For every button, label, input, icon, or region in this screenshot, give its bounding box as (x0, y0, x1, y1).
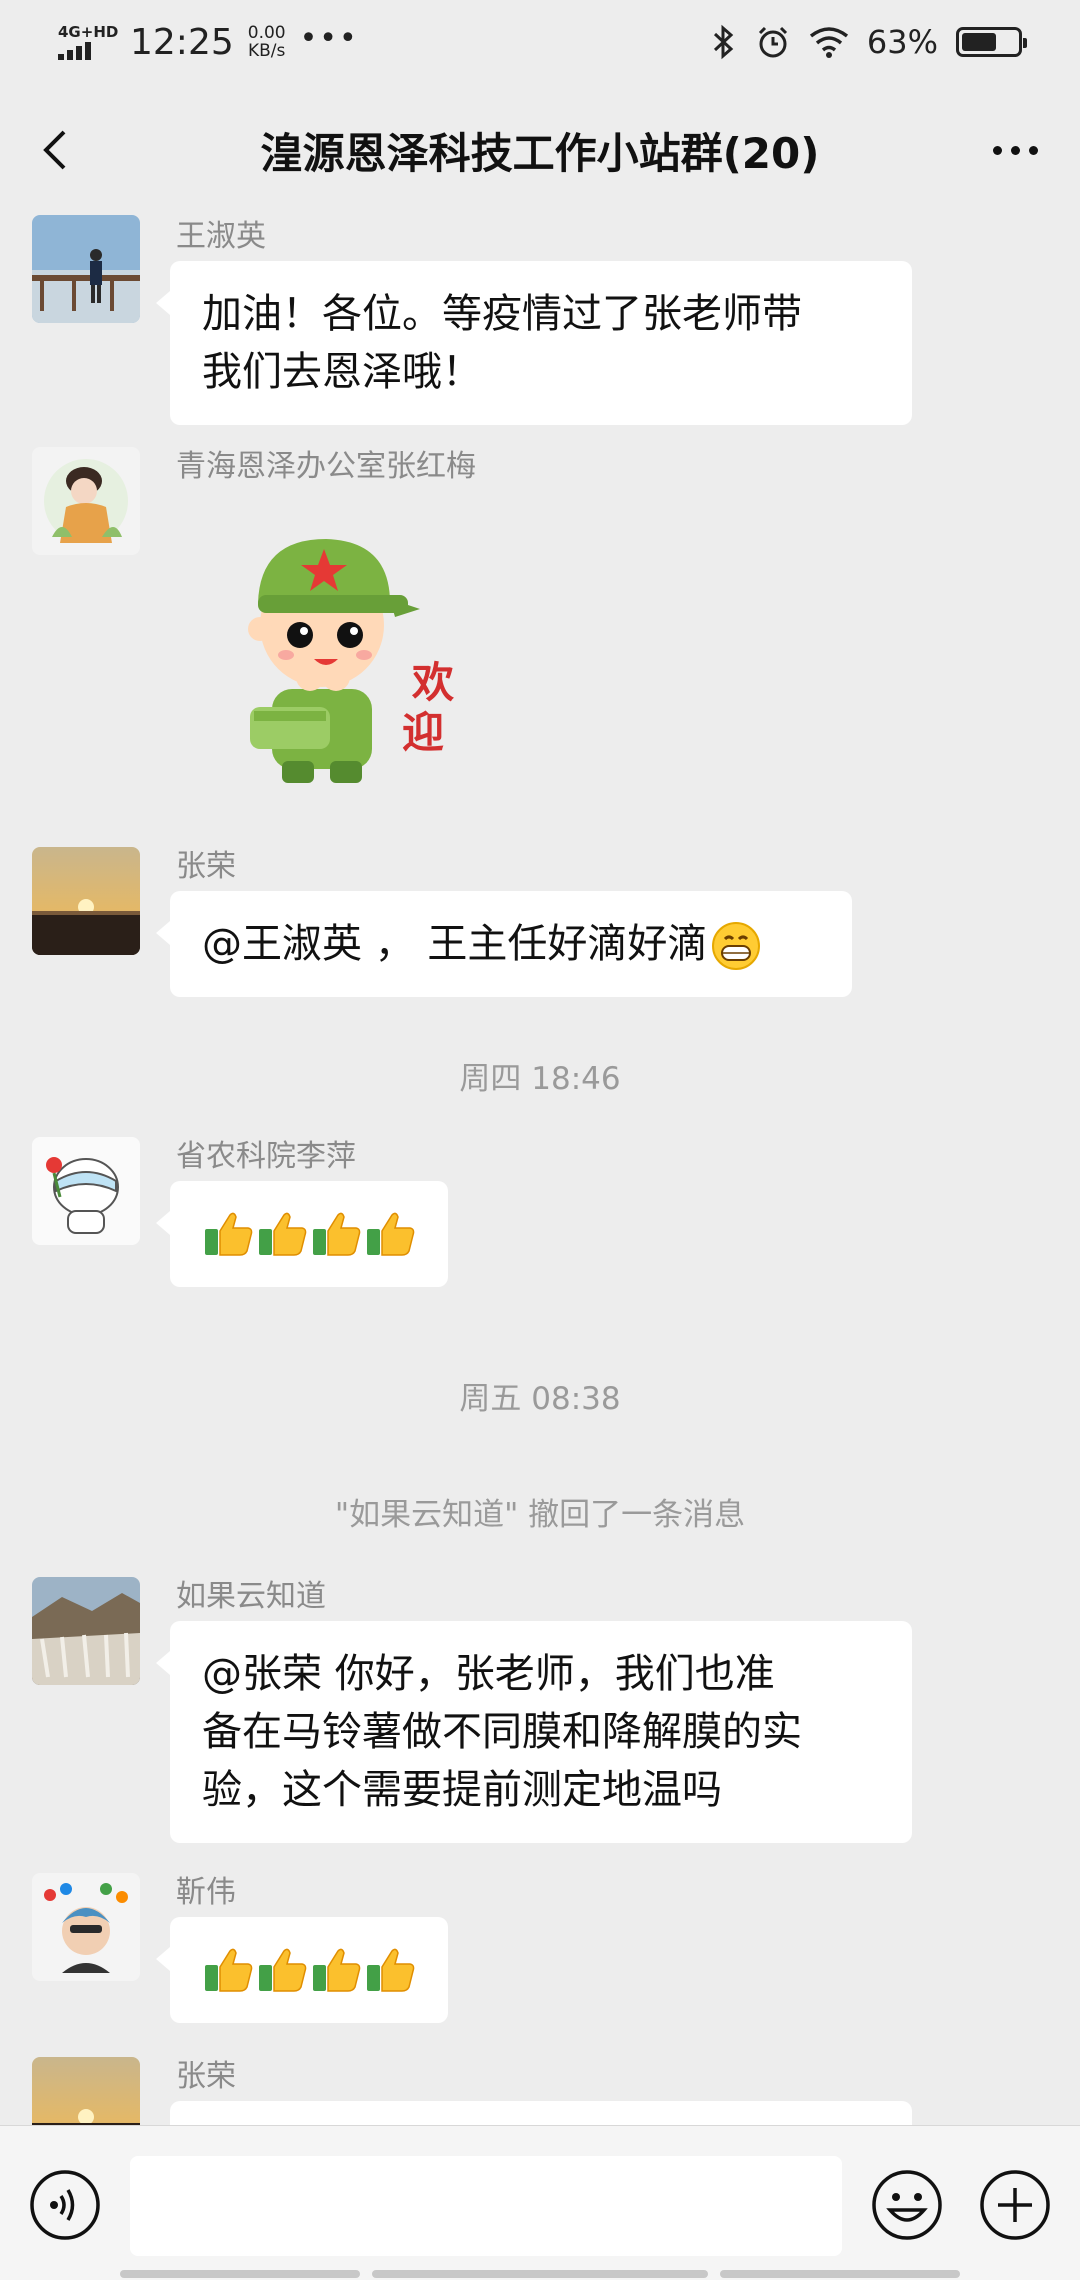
battery-level (962, 33, 997, 51)
speed-value: 0.00 (247, 23, 286, 43)
smiley-icon (872, 2170, 942, 2240)
network-type: 4G+HD (58, 23, 119, 41)
more-options-button[interactable] (980, 122, 1050, 178)
clock: 12:25 (130, 21, 234, 63)
thumbs-up-emoji-group (202, 1205, 416, 1263)
status-bar: 4G+HD 12:25 0.00 KB/s ••• 63% (0, 0, 1080, 84)
system-gesture-bar (0, 2270, 1080, 2280)
message-line: 验，这个需要提前测定地温吗 (202, 1767, 722, 1813)
input-bar (0, 2125, 1080, 2280)
avatar[interactable] (32, 1577, 140, 1685)
sender-name: 张荣 (176, 2059, 236, 2094)
emoji-button[interactable] (870, 2168, 944, 2242)
avatar[interactable] (32, 215, 140, 323)
thumbs-up-icon (256, 1207, 310, 1261)
status-left: 4G+HD 12:25 0.00 KB/s ••• (58, 20, 359, 63)
sender-name: 张荣 (176, 849, 236, 884)
avatar[interactable] (32, 1873, 140, 1981)
more-dot (1010, 145, 1020, 155)
more-functions-button[interactable] (978, 2168, 1052, 2242)
sender-name: 如果云知道 (176, 1579, 326, 1614)
back-button[interactable] (30, 122, 86, 178)
battery-icon (956, 27, 1027, 57)
network-indicator: 4G+HD (58, 23, 119, 60)
timestamp: 周四 18:46 (459, 1061, 621, 1097)
avatar[interactable] (32, 447, 140, 555)
network-speed: 0.00 KB/s (248, 24, 286, 60)
message-bubble[interactable]: @张荣 你好，张老师，我们也准 备在马铃薯做不同膜和降解膜的实 验，这个需要提前… (156, 1621, 912, 1843)
sender-name: 王淑英 (176, 219, 266, 254)
avatar[interactable] (32, 2057, 140, 2125)
chat-header: 湟源恩泽科技工作小站群(20) (0, 100, 1080, 200)
message-line: 备在马铃薯做不同膜和降解膜的实 (202, 1709, 802, 1755)
thumbs-up-icon (202, 1207, 256, 1261)
avatar[interactable] (32, 847, 140, 955)
sender-name: 省农科院李萍 (176, 1139, 356, 1174)
sender-name: 青海恩泽办公室张红梅 (176, 449, 476, 484)
message-line: 我们去恩泽哦！ (202, 349, 482, 395)
chat-message-list[interactable]: 王淑英 加油！各位。等疫情过了张老师带 我们去恩泽哦！ 青海恩泽办公室张红梅 欢… (0, 205, 1080, 2125)
page-title: 湟源恩泽科技工作小站群(20) (260, 128, 820, 178)
message-input[interactable] (130, 2156, 842, 2256)
signal-bars-icon (58, 40, 116, 60)
battery-percent: 63% (866, 23, 938, 61)
thumbs-up-icon (202, 1943, 256, 1997)
message-line: @张荣 你好，张老师，我们也准 (202, 1651, 775, 1697)
message-bubble[interactable] (156, 1181, 448, 1287)
thumbs-up-icon (310, 1207, 364, 1261)
more-dot (1028, 145, 1038, 155)
message-bubble[interactable] (170, 2101, 912, 2125)
timestamp: 周五 08:38 (459, 1381, 621, 1417)
avatar[interactable] (32, 1137, 140, 1245)
thumbs-up-icon (256, 1943, 310, 1997)
wifi-icon (809, 27, 848, 58)
grinning-face-icon (711, 921, 761, 971)
thumbs-up-icon (310, 1943, 364, 1997)
message-bubble[interactable]: @王淑英 ， 王主任好滴好滴 (156, 891, 852, 997)
alarm-icon (758, 26, 787, 58)
chevron-left-icon (43, 130, 66, 170)
sticker-text: 迎 (402, 708, 445, 757)
speed-unit: KB/s (247, 41, 286, 61)
status-more-icon: ••• (299, 20, 359, 56)
recall-notice: "如果云知道" 撤回了一条消息 (334, 1497, 746, 1533)
voice-icon (30, 2170, 100, 2240)
message-line: 加油！各位。等疫情过了张老师带 (202, 291, 802, 337)
more-dot (992, 145, 1002, 155)
thumbs-up-icon (364, 1207, 418, 1261)
thumbs-up-icon (364, 1943, 418, 1997)
voice-input-button[interactable] (28, 2168, 102, 2242)
bluetooth-icon (713, 24, 734, 60)
sticker-welcome[interactable]: 欢 迎 (190, 499, 480, 799)
message-bubble[interactable] (156, 1917, 448, 2023)
sender-name: 靳伟 (176, 1875, 236, 1910)
thumbs-up-emoji-group (202, 1941, 416, 1999)
status-right: 63% (711, 23, 1027, 61)
message-text: @王淑英 ， 王主任好滴好滴 (202, 921, 708, 967)
message-bubble[interactable]: 加油！各位。等疫情过了张老师带 我们去恩泽哦！ (156, 261, 912, 425)
plus-circle-icon (980, 2170, 1050, 2240)
